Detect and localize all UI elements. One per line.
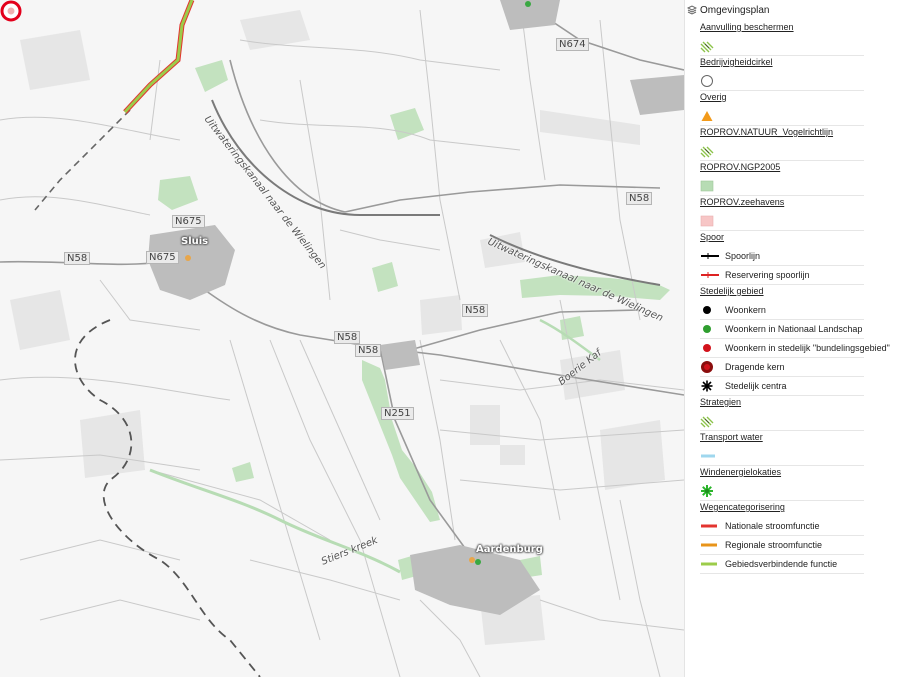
place-label-aardenburg: Aardenburg: [476, 544, 543, 555]
line-red-icon: [701, 524, 717, 528]
legend-symbol: [700, 214, 720, 228]
legend-group-header: Aanvulling beschermen: [700, 22, 794, 32]
road-label-n58: N58: [626, 192, 653, 205]
legend-item: Reservering spoorlijn: [700, 266, 864, 285]
legend-item: [700, 482, 864, 501]
legend-item: Woonkern in Nationaal Landschap: [700, 320, 864, 339]
legend-item: [700, 412, 864, 431]
legend-item-label: Reservering spoorlijn: [725, 270, 810, 280]
line-yellowgreen-icon: [701, 562, 717, 566]
road-label-n674: N674: [556, 38, 589, 51]
rail-black-icon: [701, 253, 719, 259]
asterisk-black-icon: [701, 380, 713, 392]
legend-symbol: [700, 341, 720, 355]
legend-item-label: Dragende kern: [725, 362, 785, 372]
legend-item: Spoorlijn: [700, 247, 864, 266]
legend-symbol: [700, 268, 720, 282]
location-marker-icon[interactable]: [0, 0, 22, 22]
legend-symbol: [700, 144, 720, 158]
legend-symbol: [700, 519, 720, 533]
line-lightblue-icon: [701, 454, 715, 458]
legend-group-header: Overig: [700, 92, 727, 102]
legend-symbol: [700, 360, 720, 374]
legend-symbol: [700, 74, 720, 88]
legend-item-label: Woonkern in stedelijk "bundelingsgebied": [725, 343, 890, 353]
legend-item: Nationale stroomfunctie: [700, 517, 864, 536]
legend-group-header: ROPROV.NATUUR_Vogelrichtlijn: [700, 127, 834, 137]
layers-icon: [687, 5, 697, 15]
road-label-n58: N58: [462, 304, 489, 317]
fill-green-icon: [700, 180, 714, 192]
legend-group-header: Wegencategorisering: [700, 502, 785, 512]
circle-outline-icon: [701, 75, 713, 87]
legend-group-header: Spoor: [700, 232, 725, 242]
legend-symbol: [700, 179, 720, 193]
legend-symbol: [700, 303, 720, 317]
road-label-n675: N675: [146, 251, 179, 264]
legend-item: Regionale stroomfunctie: [700, 536, 864, 555]
road-label-n675: N675: [172, 215, 205, 228]
legend-symbol: [700, 109, 720, 123]
legend-item: Dragende kern: [700, 358, 864, 377]
legend-group-header: Transport water: [700, 432, 763, 442]
legend-item: [700, 212, 864, 231]
legend-item: [700, 72, 864, 91]
legend-group-header: Stedelijk gebied: [700, 286, 764, 296]
legend-symbol: [700, 379, 720, 393]
legend-item: [700, 107, 864, 126]
legend-group-header: Windenergielokaties: [700, 467, 782, 477]
legend-item-label: Stedelijk centra: [725, 381, 787, 391]
legend-item: Gebiedsverbindende functie: [700, 555, 864, 574]
legend-item-label: Woonkern in Nationaal Landschap: [725, 324, 863, 334]
legend-item: Woonkern: [700, 301, 864, 320]
dot-green-icon: [703, 325, 711, 333]
dot-red-icon: [703, 344, 711, 352]
legend-symbol: [700, 557, 720, 571]
hatch-icon: [700, 146, 714, 158]
rail-red-icon: [701, 272, 719, 278]
map-view[interactable]: N674 N675 N675 N58 N58 N58 N58 N58 N251 …: [0, 0, 684, 677]
road-label-n58: N58: [355, 344, 382, 357]
hatch-icon: [700, 41, 714, 53]
legend-symbol: [700, 449, 720, 463]
legend-item-label: Woonkern: [725, 305, 766, 315]
legend-group-header: Bedrijvigheidcirkel: [700, 57, 773, 67]
legend-symbol: [700, 249, 720, 263]
hatch-icon: [700, 416, 714, 428]
legend-item-label: Spoorlijn: [725, 251, 761, 261]
road-label-n58: N58: [334, 331, 361, 344]
legend-symbol: [700, 414, 720, 428]
legend-group-header: ROPROV.NGP2005: [700, 162, 781, 172]
legend-item-label: Regionale stroomfunctie: [725, 540, 823, 550]
legend-symbol: [700, 538, 720, 552]
place-label-sluis: Sluis: [181, 236, 209, 247]
road-label-n251: N251: [381, 407, 414, 420]
legend-item: [700, 37, 864, 56]
legend-title: Omgevingsplan: [687, 3, 769, 17]
legend-group-header: ROPROV.zeehavens: [700, 197, 785, 207]
line-orange-icon: [701, 543, 717, 547]
legend-item-label: Gebiedsverbindende functie: [725, 559, 838, 569]
fill-pink-icon: [700, 215, 714, 227]
dot-black-icon: [703, 306, 711, 314]
triangle-orange-icon: [701, 111, 713, 121]
legend-symbol: [700, 39, 720, 53]
legend-item: [700, 142, 864, 161]
legend-title-text: Omgevingsplan: [700, 4, 770, 16]
asterisk-green-icon: [701, 485, 713, 497]
legend-symbol: [700, 484, 720, 498]
legend-item: Woonkern in stedelijk "bundelingsgebied": [700, 339, 890, 358]
legend-panel: Omgevingsplan Aanvulling beschermen Bedri…: [684, 0, 900, 677]
road-label-n58: N58: [64, 252, 91, 265]
legend-symbol: [700, 322, 720, 336]
legend-item: [700, 447, 864, 466]
legend-item-label: Nationale stroomfunctie: [725, 521, 820, 531]
legend-item: [700, 177, 864, 196]
legend-group-header: Strategien: [700, 397, 742, 407]
legend-item: Stedelijk centra: [700, 377, 864, 396]
dot-darkred-icon: [701, 361, 713, 373]
